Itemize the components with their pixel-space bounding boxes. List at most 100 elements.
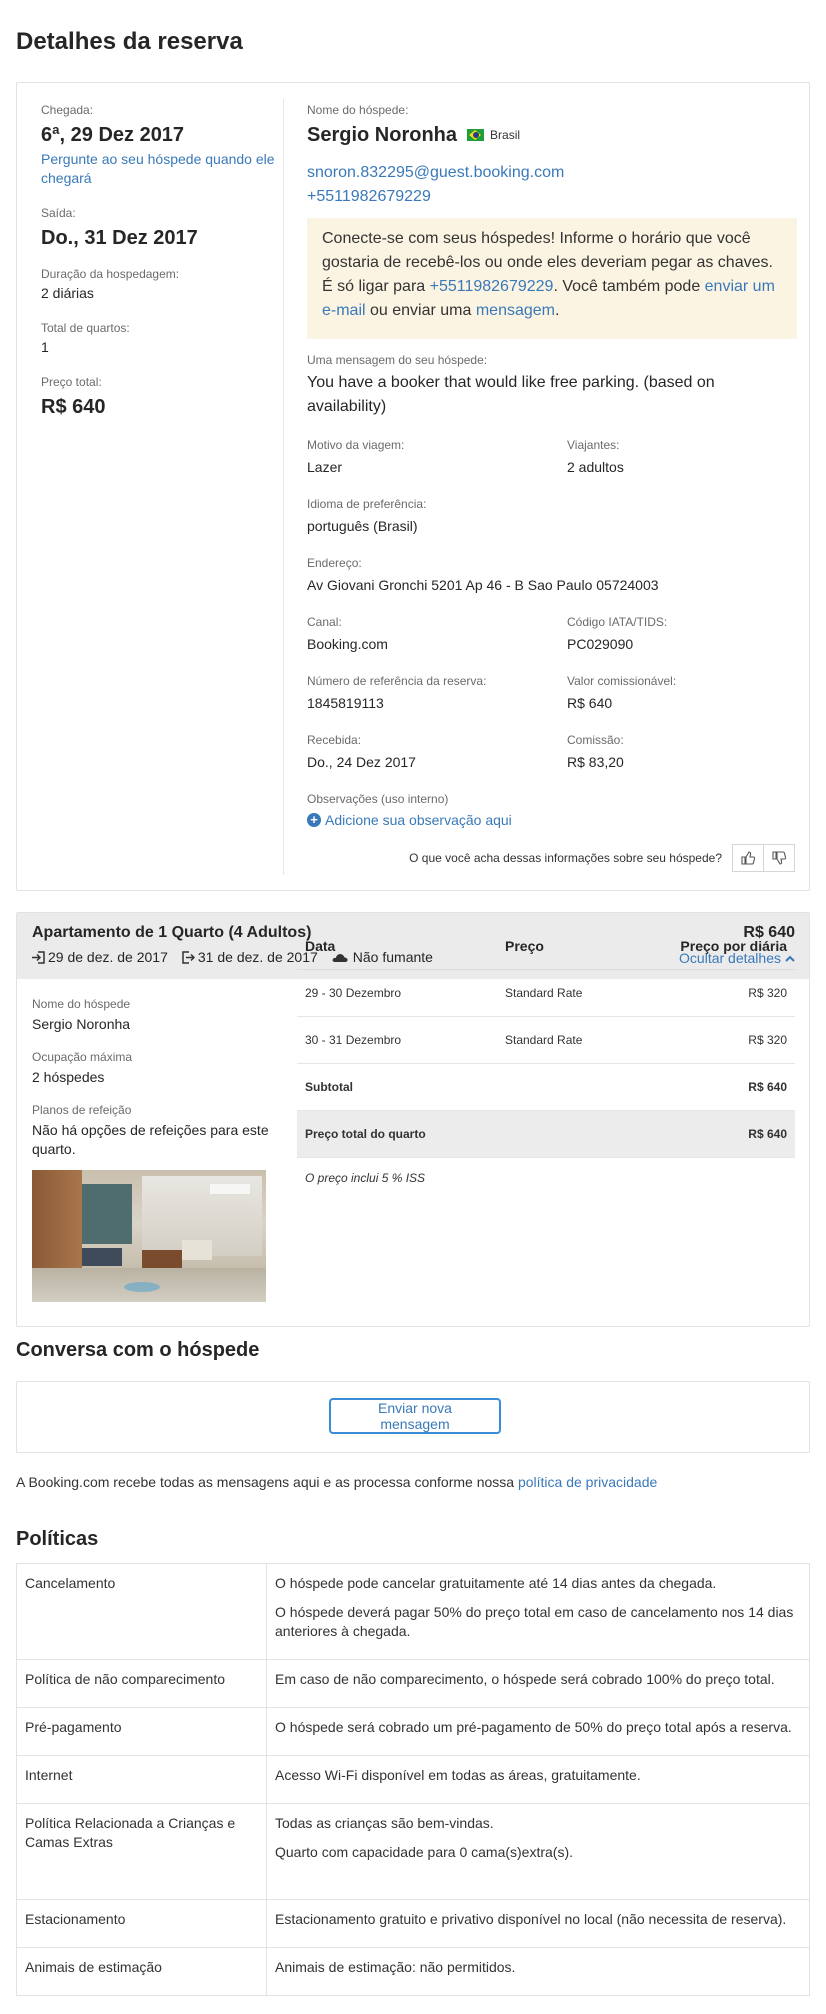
policy-name: Cancelamento (16, 1563, 267, 1660)
guest-name: Sergio Noronha (307, 124, 458, 146)
send-message-button[interactable]: Enviar nova mensagem (329, 1398, 501, 1434)
tax-note: O preço inclui 5 % ISS (305, 1170, 426, 1185)
policy-name: Pré-pagamento (16, 1707, 267, 1756)
language-value: português (Brasil) (307, 518, 418, 534)
address-label: Endereço: (307, 556, 362, 570)
policy-line: Acesso Wi-Fi disponível em todas as área… (275, 1767, 641, 1783)
column-divider (283, 99, 284, 875)
received-label: Recebida: (307, 733, 362, 747)
policy-description: Em caso de não comparecimento, o hóspede… (266, 1659, 810, 1708)
meal-plan-value: Não há opções de refeições para este qua… (32, 1122, 269, 1157)
row-date: 30 - 31 Dezembro (297, 1016, 497, 1064)
policy-line: Estacionamento gratuito e privativo disp… (275, 1911, 787, 1927)
col-nightly-price: Preço por diária (647, 923, 795, 970)
policy-line: O hóspede pode cancelar gratuitamente at… (275, 1575, 717, 1591)
room-total-label: Preço total do quarto (297, 1110, 647, 1158)
commission-value: R$ 83,20 (567, 754, 624, 770)
thumbs-down-icon (772, 851, 786, 865)
guest-country: Brasil (490, 128, 521, 142)
row-nightly: R$ 320 (647, 1016, 795, 1064)
privacy-note-text: A Booking.com recebe todas as mensagens … (16, 1474, 518, 1490)
notice-message-link[interactable]: mensagem (476, 302, 555, 319)
check-in-date: 29 de dez. de 2017 (48, 949, 168, 965)
row-rate: Standard Rate (497, 1016, 647, 1064)
guest-email-link[interactable]: snoron.832295@guest.booking.com (307, 161, 797, 185)
thumbs-up-button[interactable] (732, 844, 764, 872)
reference-value: 1845819113 (307, 695, 384, 711)
policy-row: Estacionamento Estacionamento gratuito e … (16, 1899, 810, 1948)
total-price-value: R$ 640 (41, 396, 106, 418)
policies-table: Cancelamento O hóspede pode cancelar grat… (16, 1563, 810, 1996)
notice-text: ou enviar uma (365, 302, 476, 319)
conversation-title: Conversa com o hóspede (16, 1339, 260, 1361)
duration-label: Duração da hospedagem: (41, 267, 180, 281)
purpose-value: Lazer (307, 459, 343, 475)
reference-label: Número de referência da reserva: (307, 674, 487, 688)
feedback-question: O que você acha dessas informações sobre… (409, 851, 722, 865)
thumbs-up-icon (741, 851, 755, 865)
table-row: 30 - 31 Dezembro Standard Rate R$ 320 (297, 1016, 795, 1064)
policy-description: Acesso Wi-Fi disponível em todas as área… (266, 1755, 810, 1804)
occupancy-value: 2 hóspedes (32, 1069, 105, 1085)
notice-text: . Você também pode (553, 278, 705, 295)
room-total-value: R$ 640 (647, 1110, 795, 1158)
policy-row: Política de não comparecimento Em caso de… (16, 1659, 810, 1708)
policy-name: Internet (16, 1755, 267, 1804)
policy-row: Pré-pagamento O hóspede será cobrado um p… (16, 1707, 810, 1756)
policy-description: Todas as crianças são bem-vindas. Quarto … (266, 1803, 810, 1900)
policy-row: Internet Acesso Wi-Fi disponível em todas… (16, 1755, 810, 1804)
row-rate: Standard Rate (497, 969, 647, 1017)
page-title: Detalhes da reserva (16, 28, 243, 55)
policy-line: O hóspede deverá pagar 50% do preço tota… (275, 1604, 794, 1639)
room-guest-label: Nome do hóspede (32, 997, 131, 1011)
arrival-date: 6ª, 29 Dez 2017 (41, 124, 185, 146)
iata-value: PC029090 (567, 636, 634, 652)
travelers-label: Viajantes: (567, 438, 620, 452)
guest-message-label: Uma mensagem do seu hóspede: (307, 353, 488, 367)
meal-plan-label: Planos de refeição (32, 1103, 132, 1117)
plus-circle-icon[interactable]: + (307, 813, 321, 827)
room-title: Apartamento de 1 Quarto (4 Adultos) (32, 924, 312, 941)
channel-label: Canal: (307, 615, 342, 629)
commission-label: Comissão: (567, 733, 624, 747)
ask-arrival-link[interactable]: Pergunte ao seu hóspede quando ele chega… (41, 150, 281, 188)
language-label: Idioma de preferência: (307, 497, 427, 511)
policy-line: Animais de estimação: não permitidos. (275, 1959, 516, 1975)
notice-phone-link[interactable]: +5511982679229 (430, 278, 554, 295)
policy-row: Animais de estimação Animais de estimação… (16, 1947, 810, 1996)
duration-value: 2 diárias (41, 285, 94, 301)
policy-description: Animais de estimação: não permitidos. (266, 1947, 810, 1996)
policy-name: Animais de estimação (16, 1947, 267, 1996)
occupancy-label: Ocupação máxima (32, 1050, 133, 1064)
departure-label: Saída: (41, 206, 76, 220)
check-in-icon (32, 950, 45, 964)
rooms-label: Total de quartos: (41, 321, 130, 335)
add-note-link[interactable]: Adicione sua observação aqui (325, 812, 512, 828)
policy-line: Em caso de não comparecimento, o hóspede… (275, 1671, 775, 1687)
thumbs-down-button[interactable] (763, 844, 795, 872)
conversation-card: Enviar nova mensagem (16, 1381, 810, 1453)
received-value: Do., 24 Dez 2017 (307, 754, 416, 770)
contact-guests-notice: Conecte-se com seus hóspedes! Informe o … (307, 218, 797, 339)
policy-name: Estacionamento (16, 1899, 267, 1948)
address-value: Av Giovani Gronchi 5201 Ap 46 - B Sao Pa… (307, 577, 659, 593)
table-row: 29 - 30 Dezembro Standard Rate R$ 320 (297, 969, 795, 1017)
travelers-value: 2 adultos (567, 459, 624, 475)
subtotal-value: R$ 640 (647, 1063, 795, 1111)
policy-description: Estacionamento gratuito e privativo disp… (266, 1899, 810, 1948)
total-price-label: Preço total: (41, 375, 102, 389)
policy-description: O hóspede pode cancelar gratuitamente at… (266, 1563, 810, 1660)
notice-text: . (555, 302, 560, 319)
row-nightly: R$ 320 (647, 969, 795, 1017)
col-date: Data (297, 923, 497, 970)
room-price-table: Data Preço Preço por diária 29 - 30 Deze… (297, 923, 795, 1158)
brazil-flag-icon (467, 129, 485, 141)
policy-name: Política Relacionada a Crianças e Camas … (16, 1803, 267, 1900)
notes-label: Observações (uso interno) (307, 792, 449, 806)
privacy-policy-link[interactable]: política de privacidade (518, 1474, 657, 1490)
commissionable-label: Valor comissionável: (567, 674, 677, 688)
total-row: Preço total do quarto R$ 640 (297, 1110, 795, 1158)
guest-phone-link[interactable]: +5511982679229 (307, 185, 797, 209)
commissionable-value: R$ 640 (567, 695, 613, 711)
booking-details-card: Chegada: 6ª, 29 Dez 2017 Pergunte ao seu… (16, 82, 810, 891)
